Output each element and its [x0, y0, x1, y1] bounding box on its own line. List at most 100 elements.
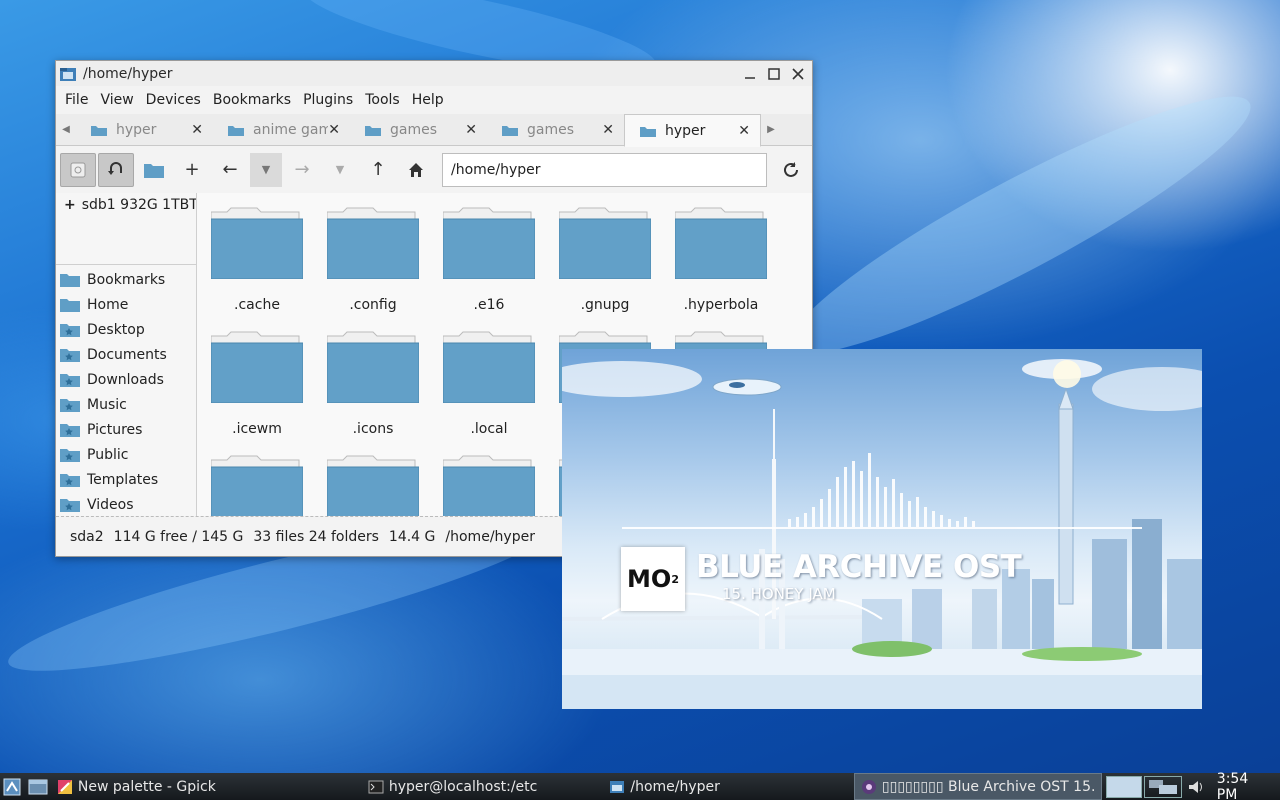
back-button[interactable]: ←: [212, 153, 248, 187]
toggle-bookmarks-button[interactable]: [98, 152, 134, 187]
place-label: Music: [87, 396, 127, 413]
folder-icon: [559, 207, 651, 279]
folder-icon: [327, 207, 419, 279]
forward-history-dropdown[interactable]: ▼: [322, 153, 358, 187]
tab-close-icon[interactable]: ✕: [602, 122, 614, 138]
menu-devices[interactable]: Devices: [140, 92, 207, 108]
folder-icon: [327, 331, 419, 403]
chevron-down-icon: ▼: [335, 163, 345, 176]
tab-games-2[interactable]: games ✕: [487, 114, 624, 145]
place-label: Desktop: [87, 321, 145, 338]
video-window[interactable]: MO 2 BLUE ARCHIVE OST 15. HONEY JAM: [562, 349, 1202, 709]
menu-bookmarks[interactable]: Bookmarks: [207, 92, 297, 108]
place-public[interactable]: Public: [56, 442, 196, 467]
tab-label: games: [390, 121, 438, 138]
forward-button[interactable]: →: [284, 153, 320, 187]
arrow-up-icon: ↑: [370, 159, 386, 180]
tab-anime-games[interactable]: anime games ✕: [213, 114, 350, 145]
back-history-dropdown[interactable]: ▼: [250, 152, 282, 187]
folder-label: .hyperbola: [683, 297, 759, 313]
workspace-preview: [1149, 779, 1178, 794]
place-home[interactable]: Home: [56, 292, 196, 317]
place-pictures[interactable]: Pictures: [56, 417, 196, 442]
show-desktop-button[interactable]: [25, 773, 51, 800]
folder-item[interactable]: .hyperbola: [663, 207, 779, 313]
folder-item[interactable]: .icons: [315, 331, 431, 437]
gpick-icon: [57, 779, 72, 794]
folder-item[interactable]: .e16: [431, 207, 547, 313]
status-counts: 33 files 24 folders: [253, 528, 379, 545]
video-frame-artwork: [562, 359, 1202, 709]
close-icon: [792, 67, 804, 80]
folder-item[interactable]: .config: [315, 207, 431, 313]
folder-item[interactable]: .local: [431, 331, 547, 437]
home-folder-icon: [60, 298, 80, 312]
tab-bar: ◀ hyper ✕ anime games ✕ games ✕ games ✕ …: [56, 114, 812, 147]
folder-item[interactable]: [199, 455, 315, 517]
maximize-button[interactable]: [762, 63, 786, 85]
start-menu-button[interactable]: [0, 773, 25, 800]
folder-label: .icewm: [232, 421, 282, 437]
tab-close-icon[interactable]: ✕: [465, 122, 477, 138]
task-file-manager[interactable]: /home/hyper: [603, 773, 726, 800]
place-bookmarks[interactable]: Bookmarks: [56, 267, 196, 292]
volume-icon: [1188, 780, 1202, 793]
place-templates[interactable]: Templates: [56, 467, 196, 492]
window-titlebar[interactable]: /home/hyper: [56, 61, 812, 86]
folder-icon: [443, 331, 535, 403]
start-menu-icon: [3, 778, 21, 795]
up-button[interactable]: ↑: [360, 153, 396, 187]
bookmark-folder-icon: [60, 498, 80, 512]
task-media-player[interactable]: ▯▯▯▯▯▯▯▯ Blue Archive OST 15.: [853, 773, 1103, 800]
device-sdb1[interactable]: sdb1 932G 1TBTC: [82, 197, 196, 213]
minimize-button[interactable]: [738, 63, 762, 85]
close-button[interactable]: [786, 63, 810, 85]
reload-button[interactable]: [773, 153, 809, 187]
address-bar[interactable]: /home/hyper: [442, 152, 767, 187]
menu-plugins[interactable]: Plugins: [297, 92, 359, 108]
folder-item[interactable]: .cache: [199, 207, 315, 313]
status-drive: sda2: [70, 528, 104, 545]
places-list: Bookmarks Home Desktop Documents Downloa…: [56, 265, 196, 517]
folder-item[interactable]: .gnupg: [547, 207, 663, 313]
place-music[interactable]: Music: [56, 392, 196, 417]
folder-tree-button[interactable]: [136, 153, 172, 187]
folder-item[interactable]: .icewm: [199, 331, 315, 437]
tab-label: anime games: [253, 121, 329, 138]
video-subtitle: 15. HONEY JAM: [722, 585, 836, 603]
tab-close-icon[interactable]: ✕: [738, 123, 750, 139]
place-label: Videos: [87, 496, 134, 513]
menu-view[interactable]: View: [94, 92, 139, 108]
folder-icon: [211, 207, 303, 279]
folder-icon: [640, 126, 656, 137]
tab-hyper-active[interactable]: hyper ✕: [624, 114, 761, 147]
workspace-2[interactable]: [1144, 775, 1183, 798]
folder-item[interactable]: [431, 455, 547, 517]
place-desktop[interactable]: Desktop: [56, 317, 196, 342]
folder-label: .local: [470, 421, 508, 437]
tab-hyper[interactable]: hyper ✕: [76, 114, 213, 145]
place-downloads[interactable]: Downloads: [56, 367, 196, 392]
menu-tools[interactable]: Tools: [359, 92, 406, 108]
toggle-devices-button[interactable]: [60, 152, 96, 187]
place-label: Pictures: [87, 421, 143, 438]
new-tab-button[interactable]: +: [174, 153, 210, 187]
tab-close-icon[interactable]: ✕: [328, 122, 340, 138]
tab-label: hyper: [116, 121, 157, 138]
expand-icon[interactable]: +: [64, 197, 76, 213]
tab-scroll-right-icon[interactable]: ▶: [761, 114, 781, 145]
tab-close-icon[interactable]: ✕: [191, 122, 203, 138]
tab-games[interactable]: games ✕: [350, 114, 487, 145]
place-documents[interactable]: Documents: [56, 342, 196, 367]
home-button[interactable]: [398, 153, 434, 187]
tab-label: games: [527, 121, 575, 138]
task-gpick[interactable]: New palette - Gpick: [51, 773, 222, 800]
menu-file[interactable]: File: [59, 92, 94, 108]
tab-scroll-left-icon[interactable]: ◀: [56, 114, 76, 145]
workspace-1[interactable]: [1106, 775, 1143, 798]
place-videos[interactable]: Videos: [56, 492, 196, 517]
task-terminal[interactable]: hyper@localhost:/etc: [362, 773, 544, 800]
folder-item[interactable]: [315, 455, 431, 517]
menu-help[interactable]: Help: [406, 92, 450, 108]
volume-button[interactable]: [1182, 773, 1208, 800]
